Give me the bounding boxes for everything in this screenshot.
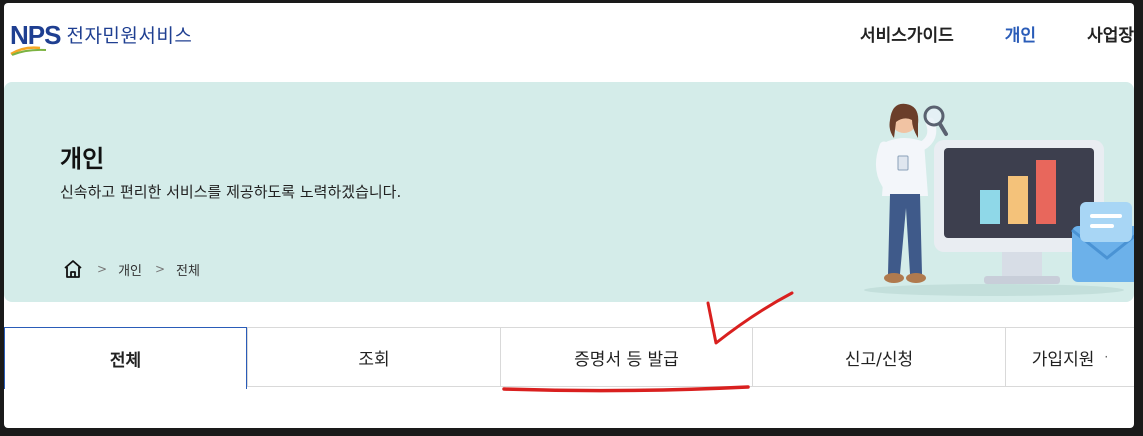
nav-item-business[interactable]: 사업장 [1087, 21, 1134, 46]
page-frame: NPS 전자민원서비스 서비스가이드 개인 사업장 개인 신속하고 편리한 서비… [4, 3, 1134, 428]
breadcrumb: > 개인 > 전체 [62, 258, 200, 280]
breadcrumb-separator-icon: > [154, 262, 166, 276]
breadcrumb-separator-icon: > [97, 262, 108, 276]
logo-text: 전자민원서비스 [66, 25, 193, 47]
nav-item-personal[interactable]: 개인 [1005, 21, 1036, 46]
tab-label: 증명서 등 발급 [574, 349, 679, 370]
tab-label: 신고/신청 [844, 349, 914, 370]
nav-item-service-guide[interactable]: 서비스가이드 [860, 21, 954, 46]
tab-all[interactable]: 전체 [4, 327, 247, 389]
breadcrumb-item-all[interactable]: 전체 [176, 260, 200, 279]
nps-logo-mark: NPS [10, 22, 61, 56]
page-title: 개인 [60, 145, 105, 173]
banner-illustration [864, 103, 1134, 296]
site-logo[interactable]: NPS 전자민원서비스 [10, 21, 193, 56]
hero-banner: 개인 신속하고 편리한 서비스를 제공하도록 노력하겠습니다. > 개인 > 전… [4, 82, 1134, 302]
category-tabs: 전체 조회 증명서 등 발급 신고/신청 가입지원 · [4, 327, 1134, 389]
page-description: 신속하고 편리한 서비스를 제공하도록 노력하겠습니다. [60, 183, 402, 201]
tab-certificate-issuance[interactable]: 증명서 등 발급 [500, 327, 752, 387]
tab-subscription-support[interactable]: 가입지원 · [1005, 327, 1134, 387]
tab-label: 전체 [109, 351, 142, 371]
tab-inquiry[interactable]: 조회 [247, 327, 500, 387]
breadcrumb-item-personal[interactable]: 개인 [118, 260, 142, 279]
tab-report-application[interactable]: 신고/신청 [752, 327, 1005, 387]
home-icon[interactable] [62, 258, 84, 280]
more-dot-icon: · [1104, 350, 1109, 364]
tab-label: 가입지원 [1031, 349, 1095, 370]
logo-swoosh-icon [10, 45, 47, 56]
global-nav: 서비스가이드 개인 사업장 [809, 21, 1134, 46]
tab-label: 조회 [358, 349, 390, 370]
